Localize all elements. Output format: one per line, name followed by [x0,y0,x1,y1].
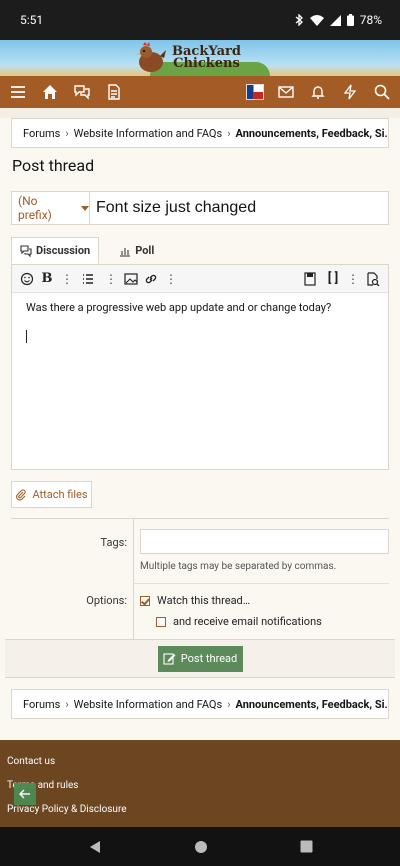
prefix-label: (No prefix) [18,194,52,222]
forum-icon[interactable] [72,82,92,102]
arrow-left-icon [19,789,30,799]
home-circle-icon[interactable] [194,840,208,854]
chevron-right-icon: › [227,126,231,140]
message-editor: B ⋮ ⋮ ⋮ [ ] ⋮ Was there a progressive we… [11,264,389,470]
toolbar-right: [ ] ⋮ [300,268,382,290]
tags-input[interactable] [140,529,389,554]
nav-right [246,82,392,102]
lightning-icon[interactable] [340,82,360,102]
form-row-divider [133,583,389,584]
thread-options-form: Tags: Multiple tags may be separated by … [11,518,389,639]
link-icon[interactable] [142,268,160,290]
edit-icon [163,653,176,665]
home-icon[interactable] [40,82,60,102]
system-navigation-bar [0,827,400,866]
attach-files-label: Attach files [32,488,88,501]
image-icon[interactable] [122,268,140,290]
tab-discussion[interactable]: Discussion [11,237,100,264]
site-footer: Contact us Terms and rules Privacy Polic… [0,740,400,827]
breadcrumb-item-announcements[interactable]: Announcements, Feedback, Si... [236,127,389,140]
prefix-dropdown[interactable]: (No prefix) [12,192,90,224]
footer-link-privacy[interactable]: Privacy Policy & Disclosure [7,804,127,815]
post-thread-label: Post thread [180,652,238,665]
tab-poll[interactable]: Poll [99,237,162,264]
footer-link-contact[interactable]: Contact us [7,756,55,767]
form-divider [133,519,134,639]
breadcrumb-bottom: Forums › Website Information and FAQs › … [11,689,389,719]
list-dropdown-icon[interactable] [78,268,100,290]
tags-hint: Multiple tags may be separated by commas… [140,561,337,572]
thread-title-row: (No prefix) [11,191,389,225]
wifi-icon [309,14,324,26]
thread-title-input[interactable] [90,192,388,224]
main-navbar [0,76,400,108]
submit-row: Post thread [5,639,395,678]
breadcrumb-item-website-info[interactable]: Website Information and FAQs [74,698,223,711]
bold-icon[interactable]: B [38,268,56,290]
site-banner[interactable]: BackYard Chickens [0,40,400,76]
more-vertical-icon[interactable]: ⋮ [58,268,76,290]
back-triangle-icon[interactable] [88,840,102,854]
battery-percent: 78% [359,13,382,27]
chevron-right-icon: › [65,697,69,711]
tags-label: Tags: [100,536,127,549]
status-bar: 5:51 78% [0,0,400,40]
battery-icon [346,14,354,26]
preview-icon[interactable] [364,268,382,290]
user-avatar[interactable] [246,84,264,100]
logo-text: BackYard Chickens [172,45,241,71]
editor-tabs: Discussion Poll [11,237,389,264]
breadcrumb: Forums › Website Information and FAQs › … [11,118,389,148]
email-notifications-label: and receive email notifications [173,615,322,628]
checkbox-unchecked-icon[interactable] [156,616,166,627]
bar-chart-icon [120,247,131,257]
editor-body[interactable]: Was there a progressive web app update a… [12,293,388,469]
caret-down-icon [81,205,89,211]
editor-toolbar: B ⋮ ⋮ ⋮ [ ] ⋮ [12,265,388,293]
site-logo[interactable]: BackYard Chickens [134,42,241,74]
breadcrumb-item-website-info[interactable]: Website Information and FAQs [74,127,223,140]
attach-files-button[interactable]: Attach files [11,481,92,508]
watch-thread-checkbox[interactable]: Watch this thread… [140,594,250,607]
page-title: Post thread [12,156,95,175]
tab-poll-label: Poll [135,244,155,257]
editor-text: Was there a progressive web app update a… [26,301,332,314]
nav-left [8,82,124,102]
paperclip-icon [16,488,27,500]
mail-icon[interactable] [276,82,296,102]
bbcode-icon[interactable]: [ ] [324,268,342,290]
text-cursor [26,330,27,343]
recents-square-icon[interactable] [300,840,313,853]
logo-line-2: Chickens [173,56,240,71]
bluetooth-icon [295,14,303,26]
post-thread-button[interactable]: Post thread [157,645,243,672]
breadcrumb-item-announcements[interactable]: Announcements, Feedback, Si... [236,698,389,711]
back-button[interactable] [14,783,36,805]
watch-thread-label: Watch this thread… [157,594,251,607]
chevron-right-icon: › [227,697,231,711]
status-time: 5:51 [20,13,44,27]
email-notifications-checkbox[interactable]: and receive email notifications [156,615,322,628]
more-vertical-icon[interactable]: ⋮ [162,268,180,290]
comments-icon [20,244,32,257]
more-vertical-icon[interactable]: ⋮ [344,268,362,290]
smiley-icon[interactable] [18,268,36,290]
chicken-logo-icon [136,42,166,72]
breadcrumb-item-forums[interactable]: Forums [23,698,60,711]
save-draft-icon[interactable] [300,268,322,290]
status-icons: 78% [294,13,382,27]
document-icon[interactable] [104,82,124,102]
options-label: Options: [86,594,127,607]
toolbar-left: B ⋮ ⋮ ⋮ [18,268,180,290]
menu-icon[interactable] [8,82,28,102]
signal-icon [329,14,341,26]
search-icon[interactable] [372,82,392,102]
more-vertical-icon[interactable]: ⋮ [102,268,120,290]
chevron-right-icon: › [65,126,69,140]
checkbox-checked-icon[interactable] [140,595,150,606]
bell-icon[interactable] [308,82,328,102]
tab-discussion-label: Discussion [36,244,91,257]
main-content: Forums › Website Information and FAQs › … [0,118,400,750]
breadcrumb-item-forums[interactable]: Forums [23,127,60,140]
